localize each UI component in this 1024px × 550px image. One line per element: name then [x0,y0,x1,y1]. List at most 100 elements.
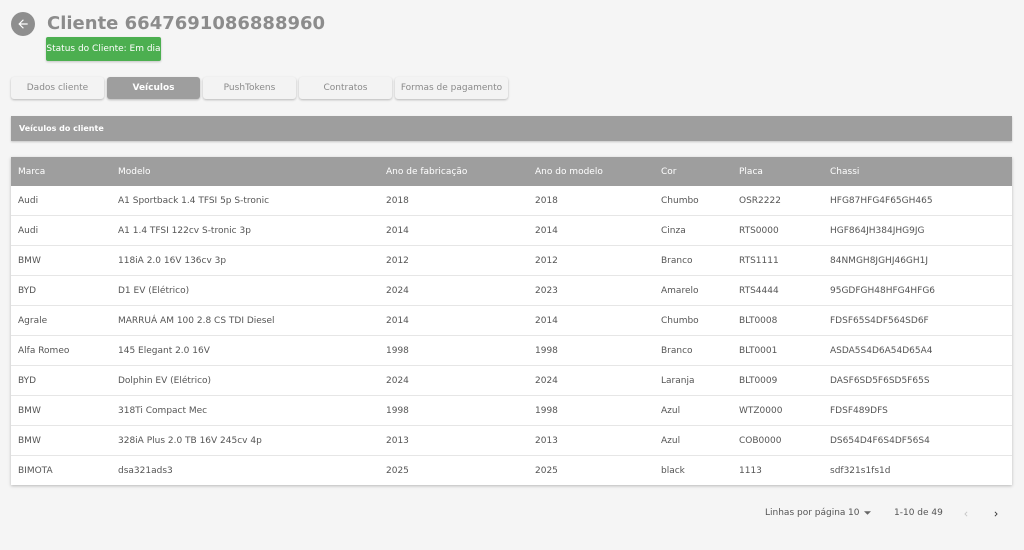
cell-ano-fabricacao: 2024 [379,275,528,306]
cell-chassi: 84NMGH8JGHJ46GH1J [823,245,1012,276]
cell-chassi: ASDA5S4D6A54D65A4 [823,335,1012,366]
table-row[interactable]: BMW 328iA Plus 2.0 TB 16V 245cv 4p 2013 … [11,425,1012,456]
cell-cor: Chumbo [654,305,732,336]
next-page-button[interactable] [988,505,1004,523]
table-row[interactable]: BYD D1 EV (Elétrico) 2024 2023 Amarelo R… [11,275,1012,306]
cell-placa: 1113 [739,465,762,476]
cell-placa: BLT0009 [732,365,823,396]
cell-marca: BMW [11,425,111,456]
cell-ano-modelo: 2025 [535,465,558,476]
cell-ano-modelo: 1998 [528,395,654,426]
cell-ano-modelo: 2018 [528,186,654,216]
cell-marca: Agrale [11,305,111,336]
cell-ano-modelo: 2013 [528,425,654,456]
cell-ano-fabricacao: 2013 [379,425,528,456]
column-header-placa[interactable]: Placa [732,157,823,186]
column-header-ano-modelo[interactable]: Ano do modelo [528,157,654,186]
cell-ano-modelo: 1998 [528,335,654,366]
caret-down-icon [864,511,872,515]
cell-marca: BMW [11,245,111,276]
cell-chassi: 95GDFGH48HFG4HFG6 [823,275,1012,306]
column-header-modelo[interactable]: Modelo [111,157,379,186]
cell-ano-fabricacao: 2024 [379,365,528,396]
table-row[interactable]: Audi A1 1.4 TFSI 122cv S-tronic 3p 2014 … [11,215,1012,246]
cell-placa: OSR2222 [732,186,823,216]
vehicles-table: Marca Modelo Ano de fabricação Ano do mo… [11,157,1012,485]
cell-ano-modelo: 2023 [528,275,654,306]
cell-cor: Chumbo [654,186,732,216]
table-row[interactable]: Audi A1 Sportback 1.4 TFSI 5p S-tronic 2… [11,186,1012,216]
column-header-chassi[interactable]: Chassi [823,157,1012,186]
cell-chassi: DASF6SD5F6SD5F65S [823,365,1012,396]
cell-ano-modelo: 2014 [528,305,654,336]
cell-ano-fabricacao: 2014 [379,215,528,246]
cell-modelo: Dolphin EV (Elétrico) [111,365,379,396]
cell-marca: Audi [11,215,111,246]
cell-cor: Cinza [654,215,732,246]
cell-marca: Audi [11,186,111,216]
tab-pushtokens[interactable]: PushTokens [203,77,296,99]
table-row[interactable]: BIMOTA dsa321ads3 2025 2025 black 1113 s… [11,456,1012,486]
arrow-left-icon [18,19,28,29]
back-button[interactable] [11,12,35,36]
cell-ano-fabricacao: 2012 [379,245,528,276]
column-header-ano-fabricacao[interactable]: Ano de fabricação [379,157,528,186]
cell-modelo: 318Ti Compact Mec [111,395,379,426]
column-header-cor[interactable]: Cor [654,157,732,186]
cell-cor: Amarelo [654,275,732,306]
cell-chassi: HFG87HFG4F65GH465 [823,186,1012,216]
cell-modelo: 328iA Plus 2.0 TB 16V 245cv 4p [111,425,379,456]
section-title: Veículos do cliente [19,124,104,133]
cell-modelo: A1 1.4 TFSI 122cv S-tronic 3p [111,215,379,246]
table-row[interactable]: BMW 318Ti Compact Mec 1998 1998 Azul WTZ… [11,395,1012,426]
cell-chassi: HGF864JH384JHG9JG [823,215,1012,246]
cell-cor: black [661,465,685,476]
cell-cor: Laranja [654,365,732,396]
rows-per-page-label: Linhas por página [765,508,846,518]
rows-per-page-select[interactable]: 10 [848,508,872,518]
cell-ano-modelo: 2024 [528,365,654,396]
cell-ano-fabricacao: 2025 [386,465,409,476]
cell-ano-fabricacao: 2014 [379,305,528,336]
cell-marca: BMW [11,395,111,426]
table-row[interactable]: Agrale MARRUÁ AM 100 2.8 CS TDI Diesel 2… [11,305,1012,336]
cell-modelo: A1 Sportback 1.4 TFSI 5p S-tronic [111,186,379,216]
cell-marca: BYD [11,275,111,306]
cell-modelo: D1 EV (Elétrico) [111,275,379,306]
previous-page-button[interactable] [958,505,974,523]
cell-placa: BLT0001 [732,335,823,366]
cell-modelo: 118iA 2.0 16V 136cv 3p [111,245,379,276]
table-row[interactable]: BYD Dolphin EV (Elétrico) 2024 2024 Lara… [11,365,1012,396]
cell-ano-modelo: 2014 [528,215,654,246]
column-header-marca[interactable]: Marca [11,157,111,186]
table-row[interactable]: BMW 118iA 2.0 16V 136cv 3p 2012 2012 Bra… [11,245,1012,276]
table-header-row: Marca Modelo Ano de fabricação Ano do mo… [11,157,1012,186]
cell-placa: WTZ0000 [732,395,823,426]
pagination-range: 1-10 de 49 [894,508,943,518]
cell-placa: RTS1111 [732,245,823,276]
cell-modelo: 145 Elegant 2.0 16V [111,335,379,366]
cell-marca: BIMOTA [18,465,53,476]
cell-cor: Branco [654,245,732,276]
tab-veiculos[interactable]: Veículos [107,77,200,99]
section-header: Veículos do cliente [11,116,1012,141]
status-badge: Status do Cliente: Em dia [46,37,161,61]
chevron-right-icon [994,511,998,517]
cell-chassi: sdf321s1fs1d [830,465,891,476]
cell-modelo: MARRUÁ AM 100 2.8 CS TDI Diesel [111,305,379,336]
tab-formas-de-pagamento[interactable]: Formas de pagamento [395,77,508,99]
cell-placa: COB0000 [732,425,823,456]
page-title: Cliente 6647691086888960 [47,13,326,34]
cell-chassi: FDSF489DFS [823,395,1012,426]
tab-contratos[interactable]: Contratos [299,77,392,99]
cell-ano-fabricacao: 2018 [379,186,528,216]
rows-per-page-value: 10 [848,508,860,518]
cell-ano-fabricacao: 1998 [379,335,528,366]
table-row[interactable]: Alfa Romeo 145 Elegant 2.0 16V 1998 1998… [11,335,1012,366]
cell-placa: RTS0000 [732,215,823,246]
cell-cor: Azul [654,425,732,456]
cell-placa: BLT0008 [732,305,823,336]
tab-dados-cliente[interactable]: Dados cliente [11,77,104,99]
cell-marca: BYD [11,365,111,396]
cell-modelo: dsa321ads3 [118,465,173,476]
